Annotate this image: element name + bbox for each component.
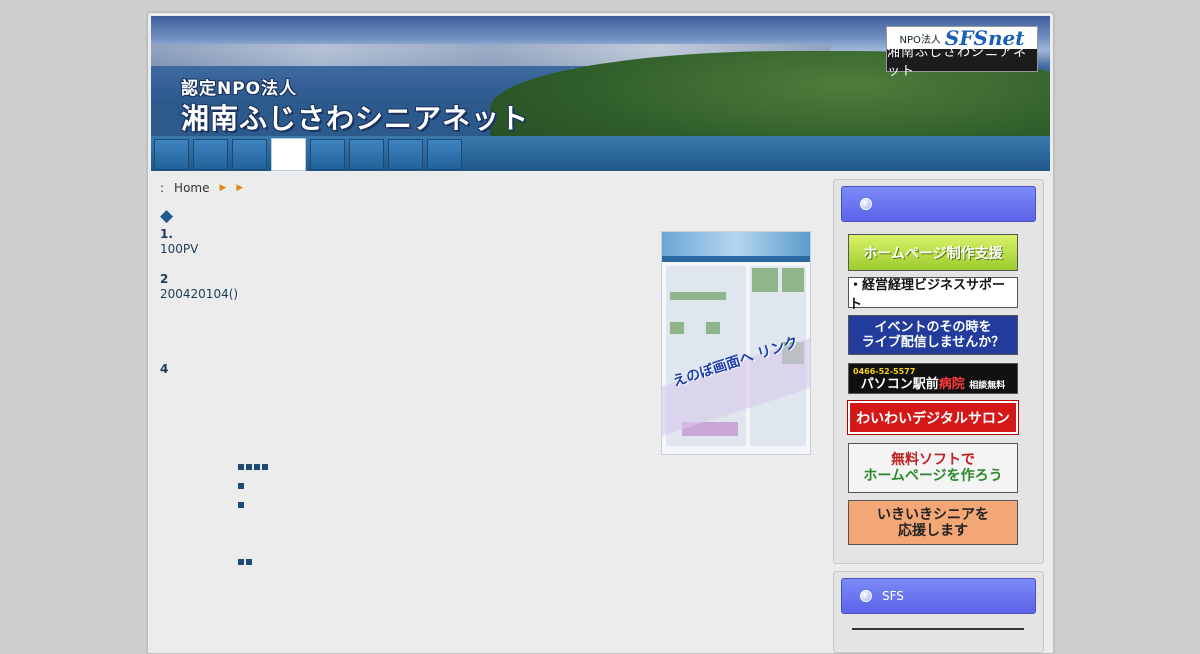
sidebar-box-sfs: SFS bbox=[833, 571, 1044, 653]
banner-text: ホームページを作ろう bbox=[863, 468, 1003, 484]
thumb-photo bbox=[782, 268, 804, 292]
banner-text: 無料ソフトで bbox=[891, 452, 975, 468]
breadcrumb-arrow-icon: ▶ bbox=[219, 183, 227, 193]
sidebar-item-frame[interactable] bbox=[852, 628, 1024, 642]
nav-tab-2[interactable] bbox=[193, 139, 228, 170]
breadcrumb-arrow-icon: ▶ bbox=[236, 183, 244, 193]
breadcrumb: : Home ▶ ▶ bbox=[160, 181, 243, 195]
section-marker-icon: ◆ bbox=[160, 206, 174, 226]
sidebar-heading bbox=[841, 186, 1036, 222]
nav-tab-5[interactable] bbox=[310, 139, 345, 170]
list-bullet-icon bbox=[238, 483, 244, 489]
logo-caption: 湘南ふじさわシニアネット bbox=[887, 45, 1037, 79]
breadcrumb-home-link[interactable]: Home bbox=[174, 181, 209, 195]
site-title-small: 認定NPO法人 bbox=[181, 79, 298, 99]
enopo-screenshot-link[interactable]: えのぼ画面へ リンク bbox=[661, 231, 811, 455]
sidebar-box-links: ホームページ制作支援 ・経営経理ビジネスサポート イベントのその時を ライブ配信… bbox=[833, 179, 1044, 564]
site-header: 認定NPO法人 湘南ふじさわシニアネット NPO法人 SFSnet 湘南ふじさわ… bbox=[151, 16, 1050, 136]
list-bullet-icon bbox=[238, 559, 252, 565]
banner-text: パソコン駅前 bbox=[860, 376, 939, 392]
list-bullet-icon bbox=[238, 464, 268, 470]
banner-text: 病院 bbox=[938, 376, 965, 392]
banner-pc-clinic[interactable]: 0466-52-5577 パソコン駅前病院 相談無料 bbox=[848, 363, 1018, 394]
item-2-text: 200420104() bbox=[160, 287, 239, 301]
banner-live-streaming[interactable]: イベントのその時を ライブ配信しませんか？ bbox=[848, 315, 1018, 355]
banner-text: わいわいデジタルサロン bbox=[856, 410, 1010, 427]
banner-senior-support[interactable]: いきいきシニアを 応援します bbox=[848, 500, 1018, 545]
sidebar-heading-text: SFS bbox=[882, 589, 904, 603]
sidebar-heading-sfs: SFS bbox=[841, 578, 1036, 614]
banner-text: ライブ配信しませんか？ bbox=[861, 335, 1005, 350]
banner-text: 相談無料 bbox=[969, 380, 1006, 391]
banner-homepage-support[interactable]: ホームページ制作支援 bbox=[848, 234, 1018, 271]
thumb-photo bbox=[670, 322, 684, 334]
round-bullet-icon bbox=[860, 590, 872, 602]
banner-business-support[interactable]: ・経営経理ビジネスサポート bbox=[848, 277, 1018, 312]
nav-tab-1[interactable] bbox=[154, 139, 189, 170]
round-bullet-icon bbox=[860, 198, 872, 210]
item-4-heading: 4 bbox=[160, 362, 169, 376]
banner-text: ホームページ制作支援 bbox=[863, 245, 1003, 262]
item-1-heading: 1. bbox=[160, 227, 173, 241]
thumb-photo bbox=[706, 322, 720, 334]
nav-tab-8[interactable] bbox=[427, 139, 462, 170]
nav-tab-7[interactable] bbox=[388, 139, 423, 170]
banner-text: いきいきシニアを bbox=[877, 506, 989, 523]
thumb-header bbox=[662, 232, 810, 256]
sfsnet-logo[interactable]: NPO法人 SFSnet 湘南ふじさわシニアネット bbox=[886, 26, 1038, 79]
item-1-text: 100PV bbox=[160, 242, 199, 256]
nav-tab-6[interactable] bbox=[349, 139, 384, 170]
thumb-photo bbox=[752, 268, 778, 292]
list-bullet-icon bbox=[238, 502, 244, 508]
banner-text: 応援します bbox=[898, 522, 968, 539]
banner-digital-salon[interactable]: わいわいデジタルサロン bbox=[847, 400, 1019, 435]
breadcrumb-separator: : bbox=[160, 181, 165, 195]
site-title-big: 湘南ふじさわシニアネット bbox=[181, 102, 530, 135]
item-2-heading: 2 bbox=[160, 272, 169, 286]
nav-tab-3[interactable] bbox=[232, 139, 267, 170]
banner-free-software[interactable]: 無料ソフトで ホームページを作ろう bbox=[848, 443, 1018, 493]
banner-text: イベントのその時を bbox=[874, 320, 992, 335]
site-title[interactable]: 認定NPO法人 湘南ふじさわシニアネット bbox=[181, 74, 529, 136]
banner-text: ・経営経理ビジネスサポート bbox=[849, 277, 1006, 312]
thumb-nav bbox=[662, 256, 810, 262]
nav-tab-4-active[interactable] bbox=[271, 138, 306, 171]
main-nav bbox=[151, 136, 1050, 171]
page-frame: 認定NPO法人 湘南ふじさわシニアネット NPO法人 SFSnet 湘南ふじさわ… bbox=[147, 12, 1054, 654]
thumb-banner bbox=[670, 292, 726, 300]
